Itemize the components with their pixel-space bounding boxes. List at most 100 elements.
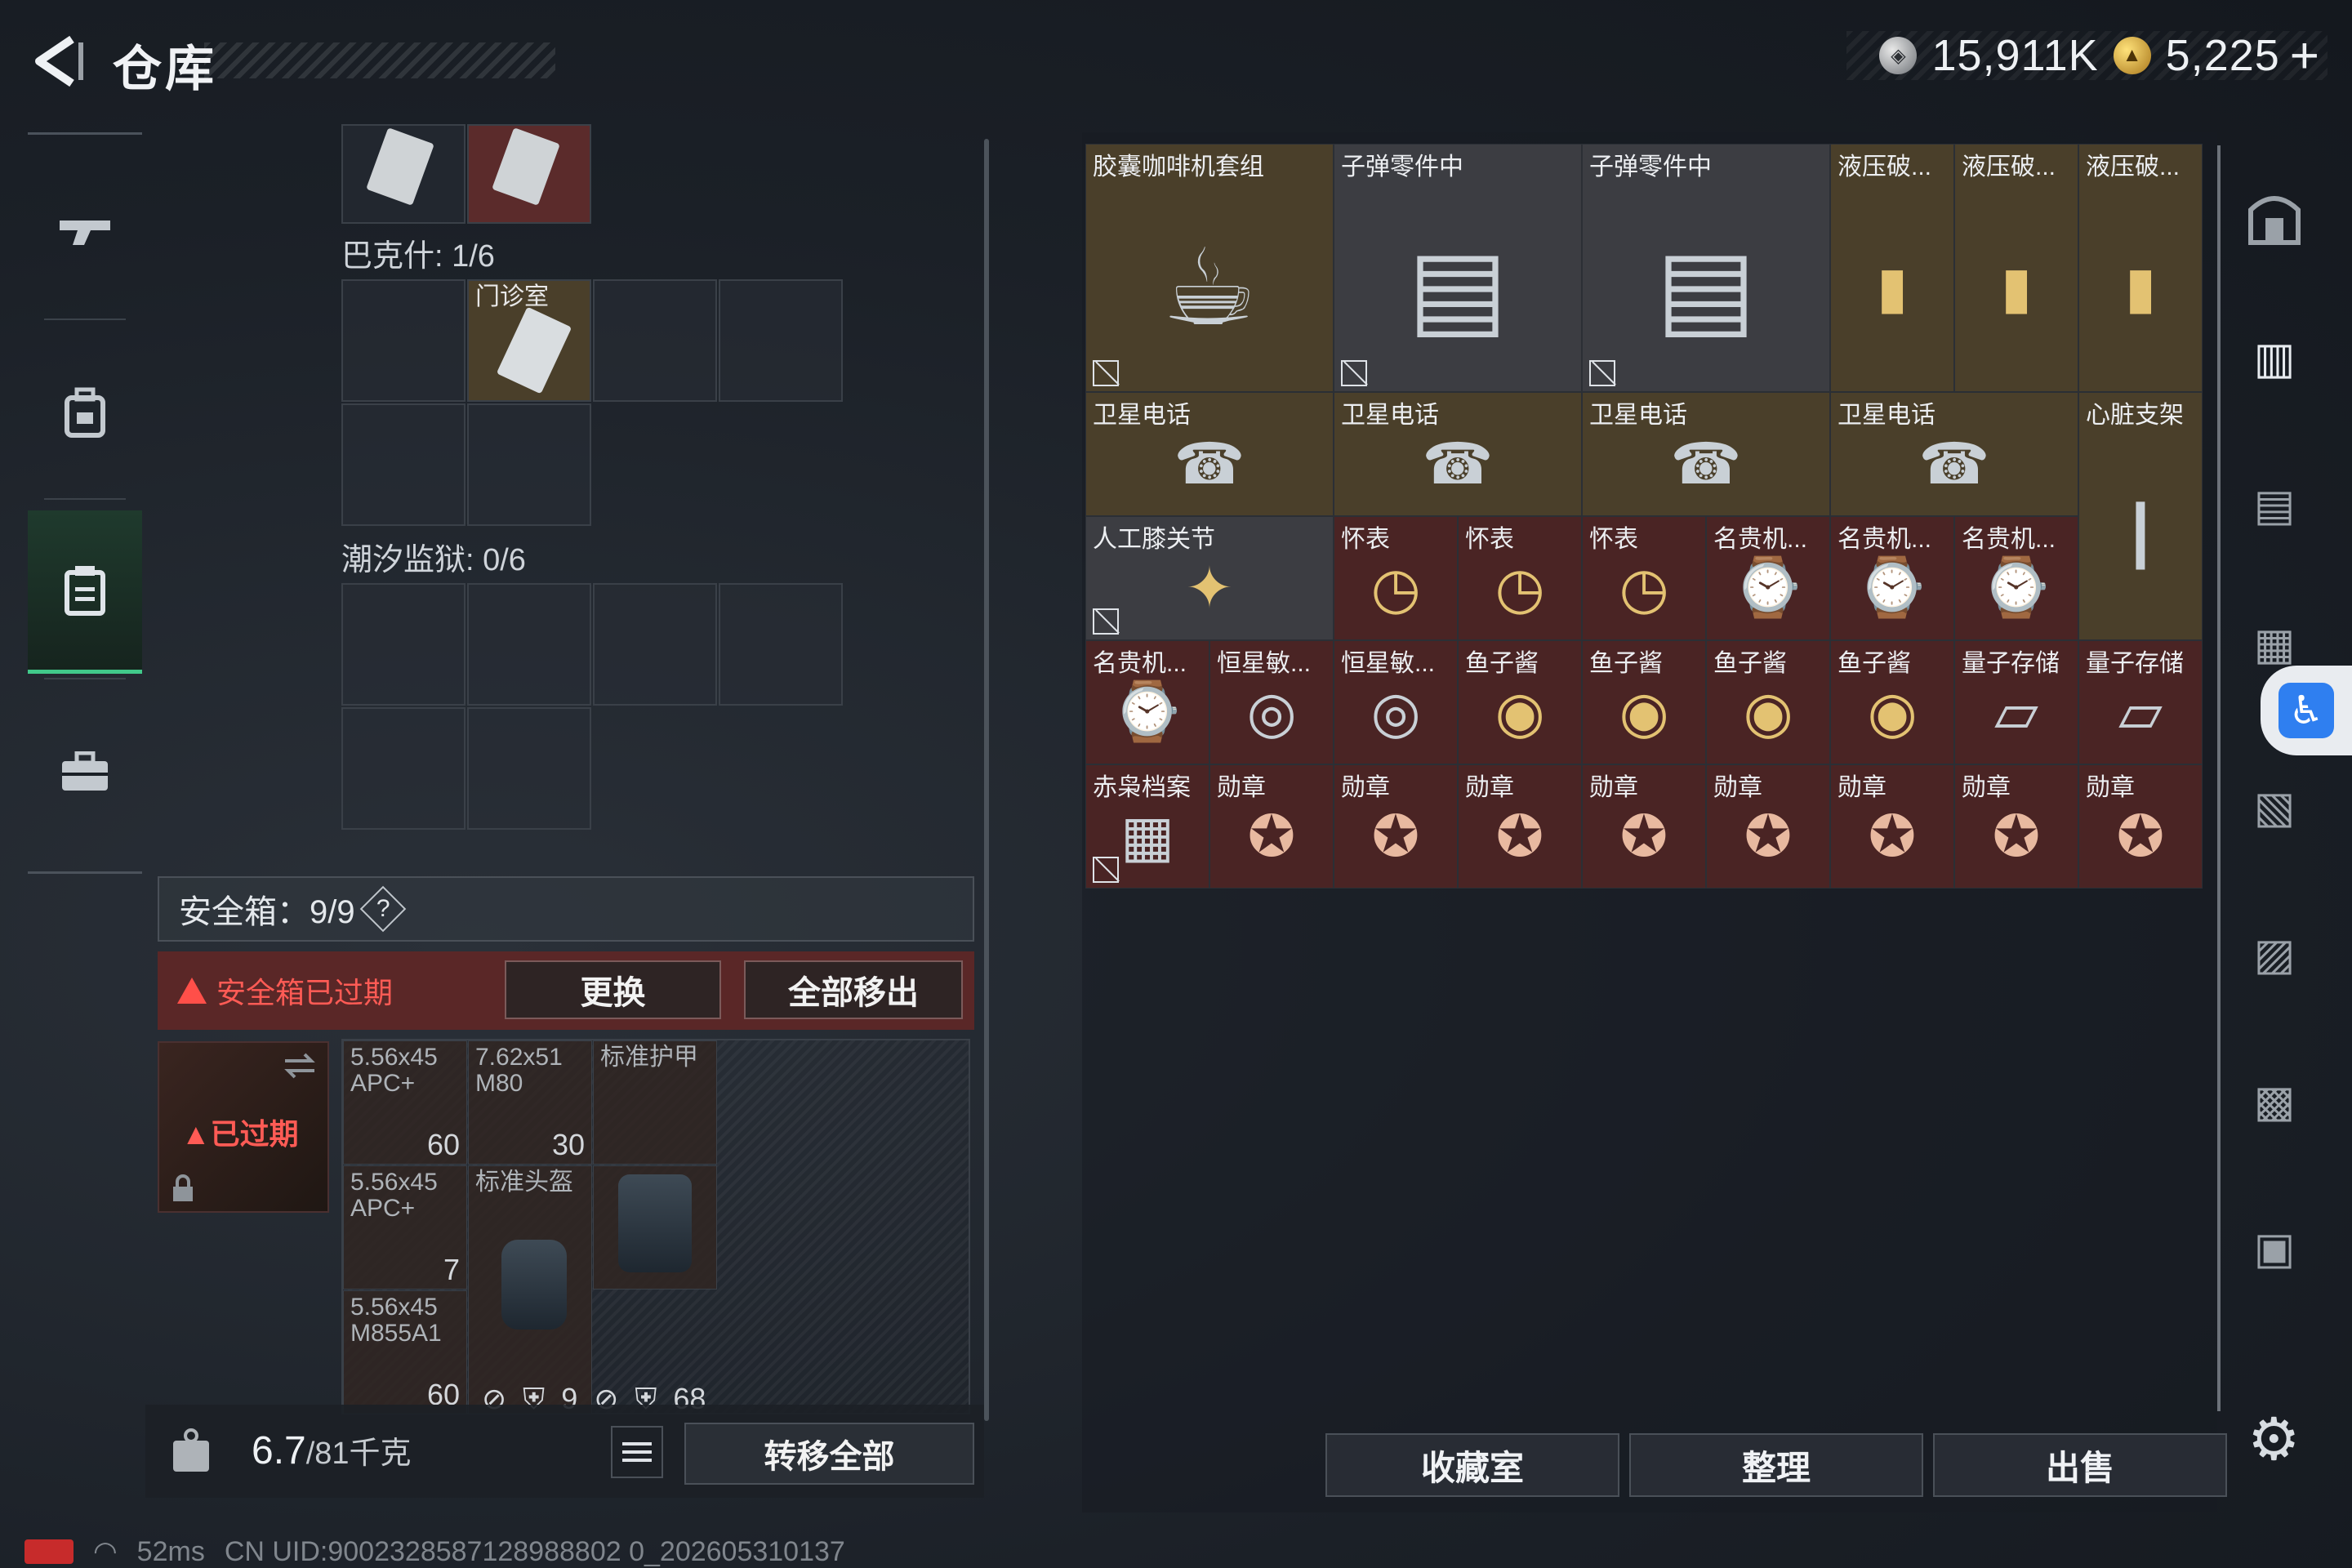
vault-icon[interactable] — [2242, 186, 2307, 252]
storage-slot[interactable] — [719, 279, 843, 402]
backpack-icon[interactable] — [28, 331, 142, 494]
ammo-parts-icon: ▤ — [1407, 228, 1508, 348]
warehouse-tab-7-icon[interactable]: ▩ — [2242, 1068, 2307, 1134]
warehouse-item[interactable]: 量子存储 ▱ — [1954, 640, 2078, 764]
warehouse-item[interactable]: 勋章 ✪ — [1209, 764, 1334, 889]
left-scrollbar[interactable] — [984, 139, 989, 1421]
luxury-watch-icon: ⌚ — [1732, 555, 1804, 619]
item-label: 勋章 — [1341, 774, 1390, 801]
warehouse-item[interactable]: 量子存储 ▱ — [2078, 640, 2203, 764]
accessibility-button[interactable]: ♿ — [2261, 666, 2352, 755]
item-label: 名贵机... — [1962, 526, 2056, 553]
warehouse-tab-6-icon[interactable]: ▨ — [2242, 921, 2307, 987]
warehouse-item[interactable]: 胶囊咖啡机套组 ☕ — [1085, 144, 1334, 392]
warehouse-item[interactable]: 卫星电话 ☎ — [1085, 392, 1334, 516]
storage-slot[interactable] — [719, 583, 843, 706]
storage-slot[interactable] — [341, 279, 466, 402]
warehouse-tab-1-icon[interactable]: ▥ — [2242, 325, 2307, 390]
gear-icon[interactable]: ⚙ — [2247, 1405, 2301, 1473]
storage-slot[interactable] — [341, 403, 466, 526]
storage-slot[interactable] — [467, 403, 591, 526]
safe-box-item[interactable]: 7.62x51 M80 30 — [468, 1040, 592, 1165]
warehouse-item[interactable]: 勋章 ✪ — [1458, 764, 1582, 889]
medal-icon: ✪ — [1371, 804, 1420, 868]
safe-box-item[interactable]: 5.56x45 M855A1 60 — [343, 1290, 467, 1414]
collection-room-button[interactable]: 收藏室 — [1325, 1433, 1619, 1497]
storage-slot[interactable] — [467, 583, 591, 706]
warehouse-item[interactable]: 卫星电话 ☎ — [1334, 392, 1582, 516]
replace-button[interactable]: 更换 — [505, 960, 721, 1019]
list-view-icon[interactable] — [611, 1426, 663, 1478]
storage-slot[interactable] — [593, 279, 717, 402]
warehouse-item[interactable]: 勋章 ✪ — [1954, 764, 2078, 889]
help-icon[interactable]: ? — [359, 885, 406, 933]
warehouse-item[interactable]: 鱼子酱 ◉ — [1830, 640, 1954, 764]
safe-box-item[interactable]: 5.56x45 APC+ 7 — [343, 1165, 467, 1290]
storage-slot[interactable] — [593, 583, 717, 706]
warehouse-item[interactable]: 卫星电话 ☎ — [1582, 392, 1830, 516]
warehouse-item[interactable]: 勋章 ✪ — [1706, 764, 1830, 889]
warehouse-item[interactable]: 勋章 ✪ — [2078, 764, 2203, 889]
battery-icon — [24, 1539, 74, 1564]
warehouse-item[interactable]: 鱼子酱 ◉ — [1706, 640, 1830, 764]
warehouse-item[interactable]: 赤枭档案 ▦ — [1085, 764, 1209, 889]
warehouse-item[interactable]: 人工膝关节 ✦ — [1085, 516, 1334, 640]
warehouse-tab-8-icon[interactable]: ▣ — [2242, 1215, 2307, 1281]
storage-slot[interactable] — [467, 124, 591, 224]
storage-slot[interactable] — [467, 707, 591, 830]
warehouse-item[interactable]: 鱼子酱 ◉ — [1582, 640, 1706, 764]
warehouse-item[interactable]: 怀表 ◷ — [1334, 516, 1458, 640]
warehouse-tab-4-icon[interactable]: ▤ — [2242, 472, 2307, 537]
left-nav — [28, 132, 142, 874]
warehouse-item[interactable]: 名贵机... ⌚ — [1706, 516, 1830, 640]
warehouse-tab-5-icon[interactable]: ▧ — [2242, 774, 2307, 840]
warehouse-item[interactable]: 勋章 ✪ — [1582, 764, 1706, 889]
warehouse-item[interactable]: 卫星电话 ☎ — [1830, 392, 2078, 516]
medal-icon: ✪ — [1619, 804, 1668, 868]
warehouse-item[interactable]: 子弹零件中 ▤ — [1334, 144, 1582, 392]
sell-button[interactable]: 出售 — [1933, 1433, 2227, 1497]
warehouse-item[interactable]: 勋章 ✪ — [1334, 764, 1458, 889]
storage-slot[interactable]: 门诊室 — [467, 279, 591, 402]
warehouse-item[interactable]: 液压破... ▮ — [1830, 144, 1954, 392]
organize-button[interactable]: 整理 — [1629, 1433, 1923, 1497]
warehouse-item[interactable]: 名贵机... ⌚ — [1830, 516, 1954, 640]
clipboard-icon[interactable] — [28, 510, 142, 674]
warehouse-item[interactable]: 恒星敏... ◎ — [1209, 640, 1334, 764]
warehouse-item[interactable]: 液压破... ▮ — [2078, 144, 2203, 392]
right-scrollbar[interactable] — [2217, 145, 2221, 1411]
transfer-all-button[interactable]: 转移全部 — [684, 1423, 974, 1485]
storage-slot[interactable] — [341, 583, 466, 706]
safe-box-item[interactable] — [593, 1165, 717, 1290]
add-currency-button[interactable]: + — [2290, 27, 2319, 85]
storage-slot[interactable] — [341, 707, 466, 830]
warehouse-item[interactable]: 液压破... ▮ — [1954, 144, 2078, 392]
gold-amount: 5,225 — [2165, 31, 2280, 80]
item-label: 卫星电话 — [1838, 402, 1936, 429]
storage-slot[interactable] — [341, 124, 466, 224]
warehouse-item[interactable]: 名贵机... ⌚ — [1085, 640, 1209, 764]
swap-icon[interactable] — [282, 1051, 318, 1080]
warehouse-item[interactable]: 勋章 ✪ — [1830, 764, 1954, 889]
gun-icon[interactable] — [28, 151, 142, 314]
warehouse-item[interactable]: 鱼子酱 ◉ — [1458, 640, 1582, 764]
header: 仓库 ◈ 15,911K ▲ 5,225 + — [0, 0, 2352, 122]
warehouse-item[interactable]: 怀表 ◷ — [1582, 516, 1706, 640]
warehouse-item[interactable]: 恒星敏... ◎ — [1334, 640, 1458, 764]
warehouse-item[interactable]: 心脏支架 ┃ — [2078, 392, 2203, 640]
medal-icon: ✪ — [2116, 804, 2165, 868]
briefcase-icon[interactable] — [28, 690, 142, 853]
safe-box-item[interactable]: 标准头盔 — [468, 1165, 592, 1414]
remove-all-button[interactable]: 全部移出 — [744, 960, 963, 1019]
safe-box-item[interactable]: 标准护甲 — [593, 1040, 717, 1165]
warehouse-item[interactable]: 子弹零件中 ▤ — [1582, 144, 1830, 392]
warehouse-item[interactable]: 名贵机... ⌚ — [1954, 516, 2078, 640]
safe-box-expired-bar: 安全箱已过期 更换 全部移出 — [158, 951, 974, 1030]
medal-icon: ✪ — [1868, 804, 1917, 868]
safe-box-item[interactable]: 5.56x45 APC+ 60 — [343, 1040, 467, 1165]
item-label: 5.56x45 APC+ — [350, 1169, 438, 1222]
item-count: 60 — [426, 1128, 460, 1161]
back-arrow-icon[interactable] — [24, 33, 90, 90]
warehouse-item[interactable]: 怀表 ◷ — [1458, 516, 1582, 640]
lock-icon — [173, 1174, 193, 1201]
